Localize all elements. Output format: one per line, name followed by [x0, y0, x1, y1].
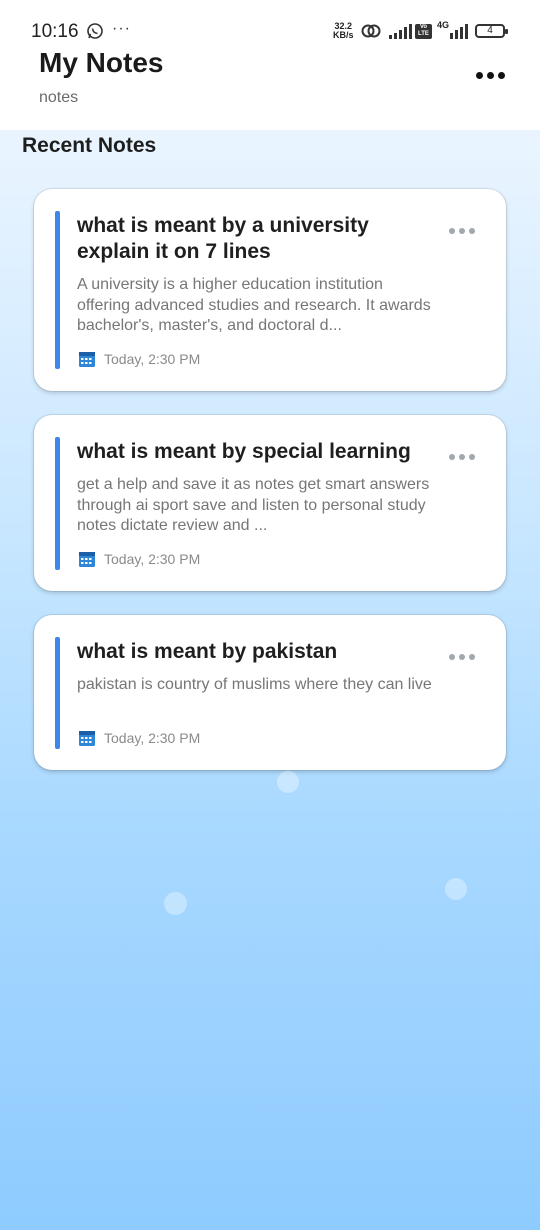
hotspot-link-icon [361, 24, 381, 38]
more-dot-icon [475, 71, 483, 79]
note-date-row: Today, 2:30 PM [78, 549, 200, 569]
network-speed: 32.2 KB/s [333, 22, 354, 40]
note-preview: get a help and save it as notes get smar… [77, 476, 430, 534]
note-menu-button[interactable] [444, 649, 480, 665]
more-dot-icon [497, 71, 505, 79]
page-title: My Notes [39, 47, 164, 78]
menu-dot-icon [449, 654, 455, 660]
note-date: Today, 2:30 PM [104, 351, 201, 367]
background-bubble [164, 892, 187, 915]
calendar-icon [79, 552, 95, 567]
menu-dot-icon [469, 454, 475, 460]
note-preview: A university is a higher education insti… [77, 276, 431, 334]
note-menu-button[interactable] [444, 223, 480, 239]
note-preview: pakistan is country of muslims where the… [77, 676, 432, 693]
note-date-row: Today, 2:30 PM [78, 728, 200, 748]
status-time: 10:16 [31, 21, 79, 42]
menu-dot-icon [449, 454, 455, 460]
note-accent-bar [55, 437, 60, 570]
battery-icon: 4 [475, 24, 508, 38]
background-bubble [277, 771, 299, 793]
note-date: Today, 2:30 PM [104, 730, 201, 746]
background-bubble [445, 878, 467, 900]
page-subtitle: notes [39, 89, 79, 106]
note-title: what is meant by special learning [77, 440, 411, 463]
signal-strength-icon-2 [450, 24, 468, 39]
note-title: what is meant by pakistan [77, 640, 338, 663]
calendar-icon [79, 352, 95, 367]
note-menu-button[interactable] [444, 449, 480, 465]
note-card[interactable]: what is meant by special learning get a … [34, 415, 506, 591]
menu-dot-icon [469, 228, 475, 234]
calendar-icon [79, 731, 95, 746]
more-options-button[interactable] [470, 60, 510, 90]
note-date: Today, 2:30 PM [104, 551, 201, 567]
more-dot-icon [486, 71, 494, 79]
network-speed-unit: KB/s [333, 30, 354, 40]
note-date-row: Today, 2:30 PM [78, 349, 200, 369]
note-card[interactable]: what is meant by a university explain it… [34, 189, 506, 391]
note-title: what is meant by a university explain it… [77, 214, 369, 263]
menu-dot-icon [459, 654, 465, 660]
signal-strength-icon [389, 24, 412, 39]
note-accent-bar [55, 637, 60, 749]
volte-badge: Vo LTE [415, 24, 432, 39]
whatsapp-icon [87, 23, 103, 39]
section-title: Recent Notes [22, 134, 157, 157]
menu-dot-icon [449, 228, 455, 234]
menu-dot-icon [459, 228, 465, 234]
note-accent-bar [55, 211, 60, 369]
menu-dot-icon [459, 454, 465, 460]
menu-dot-icon [469, 654, 475, 660]
more-notifications-icon: ··· [112, 20, 131, 37]
note-card[interactable]: what is meant by pakistan pakistan is co… [34, 615, 506, 770]
